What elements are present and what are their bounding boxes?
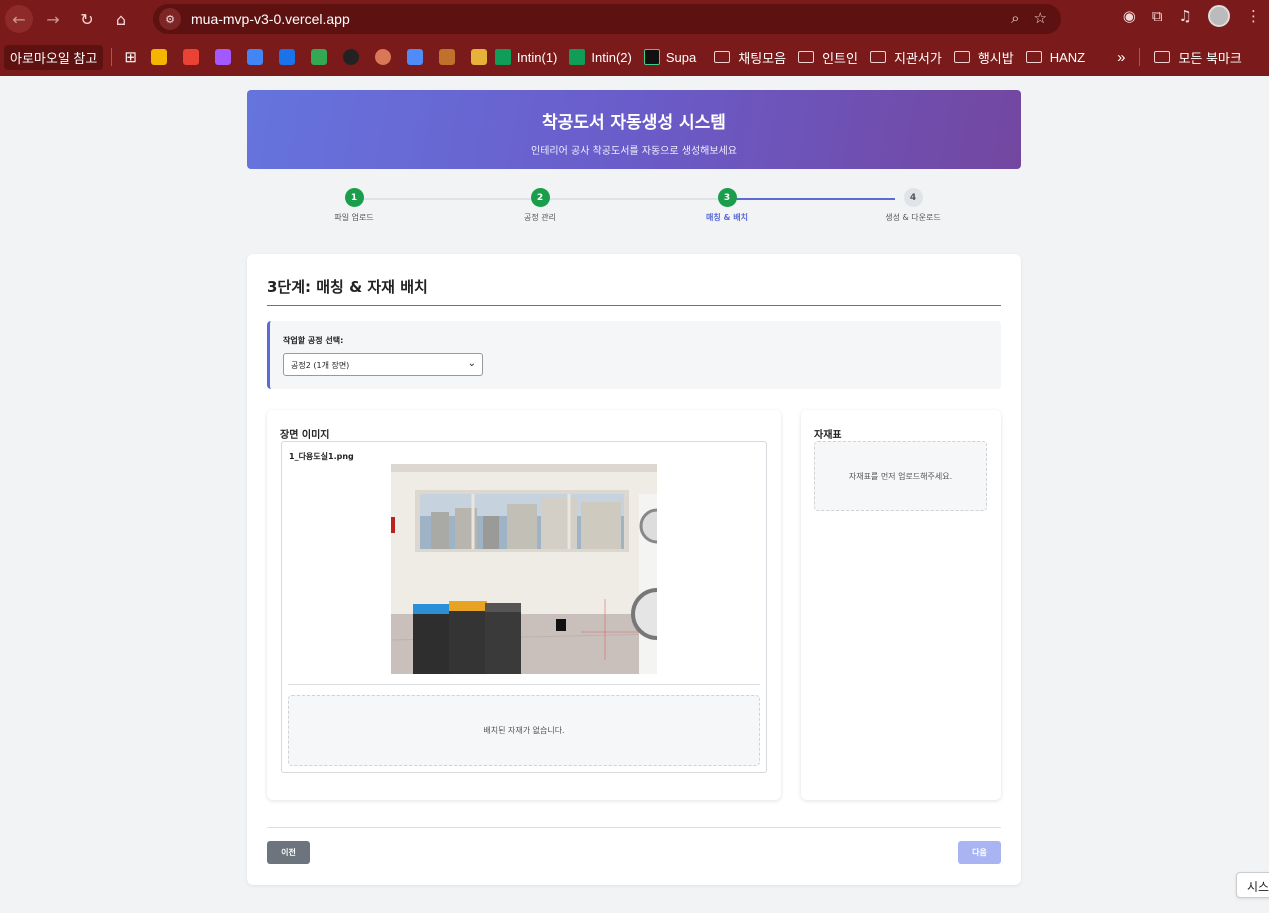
bookmarks-bar: 아로마오일 참고 ⊞ Intin(1) Intin(2) Supa 채팅모음 인… [0,38,1269,76]
bookmark-intin-1[interactable]: Intin(1) [494,49,557,65]
sheets-icon [569,49,586,65]
gmail-icon[interactable] [182,49,199,65]
claude-icon[interactable] [374,49,391,65]
scene-image[interactable] [391,464,657,674]
bookmark-separator [1139,48,1141,66]
folder-icon [1025,51,1042,63]
process-select-section: 작업할 공정 선택: 공정2 (1개 장면) ⌄ [267,321,1001,389]
home-icon[interactable]: ⌂ [107,5,135,33]
step-1: 1 파일 업로드 [294,188,414,223]
extensions-icon[interactable]: ⧉ [1152,7,1163,25]
step-number: 2 [530,188,550,207]
bookmark-folder-chat[interactable]: 채팅모음 [714,48,786,67]
step-label: 파일 업로드 [334,213,374,222]
site-info-icon[interactable]: ⚙ [159,8,181,30]
footer-divider [267,827,1001,828]
bookmark-folder-haengsi[interactable]: 행시밥 [953,48,1014,67]
bookmark-intin-2[interactable]: Intin(2) [569,49,632,65]
scene-divider [288,684,760,685]
forward-icon[interactable]: → [39,5,67,33]
profile-avatar[interactable] [1208,5,1230,27]
gemini-icon[interactable] [406,49,423,65]
step-number: 3 [717,188,737,207]
folder-icon [1154,51,1171,63]
placed-materials-empty-text: 배치된 자재가 없습니다. [483,726,565,735]
page-content: 착공도서 자동생성 시스템 인테리어 공사 착공도서를 자동으로 생성해보세요 … [0,76,1269,913]
scene-panel-title: 장면 이미지 [280,430,330,441]
menu-icon[interactable]: ⋮ [1246,7,1261,25]
page-title: 착공도서 자동생성 시스템 [542,113,726,133]
process-select-label: 작업할 공정 선택: [283,336,344,345]
page-subtitle: 인테리어 공사 착공도서를 자동으로 생성해보세요 [531,146,737,157]
folder-icon [714,51,731,63]
materials-empty-box: 자재표를 먼저 업로드해주세요. [814,441,987,511]
step-label: 공정 관리 [524,213,556,222]
process-select[interactable]: 공정2 (1개 장면) ⌄ [283,353,483,376]
scene-card: 1_다용도실1.png 배치된 자재가 없습니다. [281,441,767,773]
materials-panel-title: 자재표 [814,430,842,441]
step-label: 매칭 & 배치 [706,213,748,222]
folder-icon [869,51,886,63]
scene-render [391,464,657,674]
materials-empty-text: 자재표를 먼저 업로드해주세요. [848,471,953,481]
calendar-icon[interactable] [278,49,295,65]
back-icon[interactable]: ← [5,5,33,33]
step-2: 2 공정 관리 [480,188,600,223]
bookmark-app2-icon[interactable] [470,49,487,65]
bookmark-separator [111,48,113,66]
drive-icon[interactable] [150,49,167,65]
folder-icon [798,51,815,63]
progress-stepper: 1 파일 업로드 2 공정 관리 3 매칭 & 배치 4 생성 & 다운로드 [247,188,1021,228]
process-select-value: 공정2 (1개 장면) [291,361,350,370]
url-text[interactable]: mua-mvp-v3-0.vercel.app [191,11,350,27]
title-divider [267,305,1001,306]
step-number: 4 [903,188,923,207]
translate-icon[interactable] [246,49,263,65]
media-control-icon[interactable]: ♫ [1179,7,1192,25]
bookmarks-overflow-icon[interactable]: » [1117,49,1125,66]
supabase-icon [643,49,660,65]
bookmark-folder-all[interactable]: 모든 북마크 [1154,48,1242,67]
openai-icon[interactable] [342,49,359,65]
camera-icon[interactable]: ◉ [1123,7,1136,25]
browser-toolbar: ← → ↻ ⌂ ⚙ mua-mvp-v3-0.vercel.app ⌕ ☆ ◉ … [0,0,1269,38]
corner-popup-chip[interactable]: 시스 [1236,872,1269,898]
folder-icon [953,51,970,63]
prev-button[interactable]: 이전 [267,841,310,864]
page-header: 착공도서 자동생성 시스템 인테리어 공사 착공도서를 자동으로 생성해보세요 [247,90,1021,169]
figma-icon[interactable] [214,49,231,65]
maps-icon[interactable] [310,49,327,65]
scene-panel: 장면 이미지 1_다용도실1.png 배치된 자재가 없습니다. [267,410,781,800]
bookmark-app-icon[interactable] [438,49,455,65]
step-label: 생성 & 다운로드 [885,213,941,222]
zoom-icon[interactable]: ⌕ [1011,9,1019,27]
placed-materials-dropzone[interactable]: 배치된 자재가 없습니다. [288,695,760,766]
sheets-icon [494,49,511,65]
bookmark-folder-hanz[interactable]: HANZ [1025,50,1085,65]
next-button[interactable]: 다음 [958,841,1001,864]
bookmark-folder-jigwan[interactable]: 지관서가 [869,48,942,67]
step-title: 3단계: 매칭 & 자재 배치 [267,278,428,296]
bookmark-supa[interactable]: Supa [643,49,696,65]
apps-grid-icon[interactable]: ⊞ [124,48,137,66]
step3-card: 3단계: 매칭 & 자재 배치 작업할 공정 선택: 공정2 (1개 장면) ⌄… [247,254,1021,885]
scene-filename: 1_다용도실1.png [289,452,354,461]
reload-icon[interactable]: ↻ [73,5,101,33]
step-4: 4 생성 & 다운로드 [853,188,973,223]
bookmark-folder-intin[interactable]: 인트인 [798,48,858,67]
chevron-down-icon: ⌄ [467,358,476,369]
materials-panel: 자재표 자재표를 먼저 업로드해주세요. [801,410,1001,800]
step-number: 1 [344,188,364,207]
step-3: 3 매칭 & 배치 [667,188,787,223]
bookmark-star-icon[interactable]: ☆ [1034,9,1047,27]
address-bar[interactable]: ⚙ mua-mvp-v3-0.vercel.app ⌕ ☆ [153,4,1061,34]
bookmark-aroma[interactable]: 아로마오일 참고 [4,44,104,70]
